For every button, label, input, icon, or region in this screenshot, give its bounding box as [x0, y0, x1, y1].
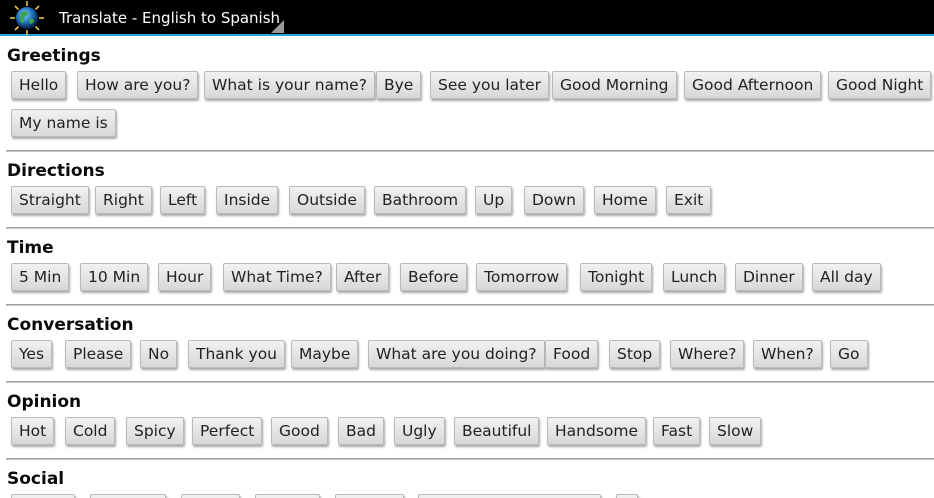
phrase-button[interactable] [255, 494, 320, 498]
phrase-button[interactable]: Go [830, 340, 868, 368]
phrase-button[interactable]: Bad [338, 417, 384, 445]
title-bar: Translate - English to Spanish [0, 0, 934, 36]
phrase-button[interactable]: Tonight [580, 263, 653, 291]
phrase-button[interactable]: Good [271, 417, 328, 445]
phrase-button[interactable]: When? [753, 340, 822, 368]
phrase-button[interactable]: Up [475, 186, 513, 214]
section-divider [6, 150, 934, 152]
phrase-button[interactable]: After [336, 263, 390, 291]
phrase-button[interactable]: No [140, 340, 178, 368]
phrase-button[interactable]: Stop [609, 340, 661, 368]
phrase-button[interactable]: Good Afternoon [684, 71, 822, 99]
phrase-button[interactable]: Beautiful [454, 417, 540, 445]
phrase-button[interactable]: My name is [11, 109, 116, 137]
phrase-button[interactable]: See you later [430, 71, 550, 99]
section-divider [6, 227, 934, 229]
phrase-button[interactable]: Inside [216, 186, 279, 214]
phrase-button[interactable]: How are you? [77, 71, 199, 99]
phrase-button[interactable]: Perfect [192, 417, 263, 445]
phrase-button[interactable]: 10 Min [80, 263, 149, 291]
phrase-list: Greetings Hello How are you? What is you… [0, 38, 934, 498]
phrase-button[interactable]: Ugly [394, 417, 445, 445]
section-divider [6, 381, 934, 383]
phrase-button[interactable]: Exit [666, 186, 712, 214]
phrase-button[interactable]: Left [160, 186, 206, 214]
section-divider [6, 458, 934, 460]
phrase-button[interactable]: All day [812, 263, 881, 291]
phrase-button[interactable]: Handsome [547, 417, 647, 445]
phrase-button[interactable]: Please [65, 340, 132, 368]
phrase-button[interactable]: Maybe [291, 340, 359, 368]
phrase-button[interactable] [418, 494, 601, 498]
section-title: Social [7, 469, 65, 489]
phrase-button[interactable]: Before [400, 263, 467, 291]
phrase-button[interactable]: Slow [709, 417, 762, 445]
dropdown-corner-icon[interactable] [271, 20, 284, 33]
phrase-button[interactable]: What Time? [223, 263, 331, 291]
phrase-button[interactable]: Bathroom [374, 186, 467, 214]
phrase-button[interactable]: Hour [158, 263, 212, 291]
section-title: Greetings [7, 46, 101, 66]
section-title: Conversation [7, 315, 134, 335]
phrase-button[interactable]: Home [594, 186, 656, 214]
phrase-button[interactable]: 5 Min [11, 263, 70, 291]
phrase-button[interactable] [11, 494, 75, 498]
phrase-button[interactable] [181, 494, 240, 498]
phrase-button[interactable]: Fast [653, 417, 701, 445]
phrase-button[interactable]: Cold [65, 417, 116, 445]
phrase-button[interactable]: Bye [376, 71, 422, 99]
phrase-button[interactable]: Right [95, 186, 152, 214]
section-title: Opinion [7, 392, 82, 412]
section-title: Directions [7, 161, 105, 181]
phrase-button[interactable]: Good Morning [552, 71, 677, 99]
app-title: Translate - English to Spanish [59, 9, 281, 27]
phrase-button[interactable]: Down [524, 186, 584, 214]
phrase-button[interactable]: Dinner [735, 263, 803, 291]
phrase-button[interactable]: Yes [11, 340, 53, 368]
section-title: Time [7, 238, 54, 258]
phrase-button[interactable]: Thank you [188, 340, 285, 368]
phrase-button[interactable]: Where? [670, 340, 745, 368]
phrase-button[interactable]: Tomorrow [476, 263, 568, 291]
phrase-button[interactable] [335, 494, 404, 498]
globe-icon[interactable] [10, 1, 44, 35]
phrase-button[interactable] [90, 494, 166, 498]
phrase-button[interactable]: Lunch [663, 263, 726, 291]
phrase-button[interactable]: Straight [11, 186, 89, 214]
phrase-button[interactable]: Hot [11, 417, 55, 445]
phrase-button[interactable]: Hello [11, 71, 67, 99]
phrase-button[interactable]: What are you doing? [368, 340, 545, 368]
phrase-button[interactable]: Outside [289, 186, 365, 214]
phrase-button[interactable]: Spicy [126, 417, 184, 445]
phrase-button[interactable]: Food [545, 340, 599, 368]
phrase-button[interactable] [616, 494, 638, 498]
section-divider [6, 304, 934, 306]
phrase-button[interactable]: What is your name? [204, 71, 375, 99]
phrase-button[interactable]: Good Night [828, 71, 932, 99]
